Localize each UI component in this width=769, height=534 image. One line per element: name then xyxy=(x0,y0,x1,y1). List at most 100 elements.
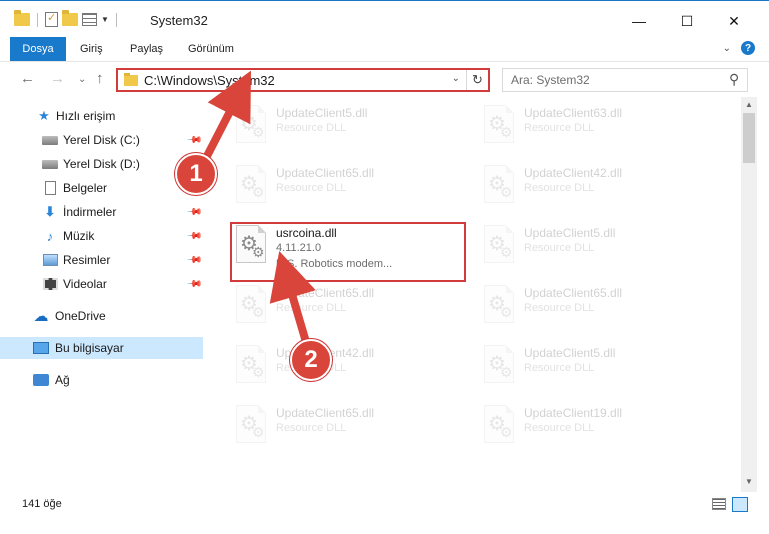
customize-toolbar-chevron-icon[interactable]: ▼ xyxy=(101,15,109,24)
tab-file[interactable]: Dosya xyxy=(10,37,66,61)
dll-file-icon: ⚙ ⚙ xyxy=(236,105,272,145)
file-name: UpdateClient5.dll xyxy=(276,106,368,120)
tab-view[interactable]: Görünüm xyxy=(188,37,234,61)
file-name: UpdateClient42.dll xyxy=(524,166,623,180)
vertical-scrollbar[interactable]: ▲ ▼ xyxy=(741,97,757,492)
file-name: UpdateClient19.dll xyxy=(524,406,623,420)
file-description: Resource DLL xyxy=(524,362,595,374)
sidebar-item-local-disk-d[interactable]: Yerel Disk (D:) xyxy=(0,153,203,175)
navigation-pane: ★ Hızlı erişim Yerel Disk (C:) 📌 Yerel D… xyxy=(0,97,208,492)
properties-icon[interactable] xyxy=(45,11,58,27)
file-item[interactable]: ⚙ ⚙ UpdateClient63.dll Resource DLL xyxy=(476,97,716,151)
sidebar-item-network[interactable]: Ağ xyxy=(0,369,203,391)
computer-icon xyxy=(33,341,49,355)
file-description: Resource DLL xyxy=(524,122,595,134)
file-name: UpdateClient63.dll xyxy=(524,106,623,120)
sidebar-item-quick-access[interactable]: ★ Hızlı erişim xyxy=(0,105,203,127)
maximize-button[interactable]: ☐ xyxy=(664,1,710,41)
address-bar[interactable]: C:\Windows\System32 ⌄ ↻ xyxy=(116,68,490,92)
file-name: UpdateClient5.dll xyxy=(524,226,616,240)
sidebar-item-documents[interactable]: Belgeler 📌 xyxy=(0,177,203,199)
file-item[interactable]: ⚙ ⚙ UpdateClient5.dll Resource DLL xyxy=(476,215,716,271)
file-item[interactable]: ⚙ ⚙ UpdateClient19.dll Resource DLL xyxy=(476,395,716,451)
sidebar-item-onedrive[interactable]: ☁ OneDrive xyxy=(0,305,203,327)
file-description: Resource DLL xyxy=(276,302,347,314)
new-folder-icon[interactable] xyxy=(62,10,78,26)
file-item[interactable]: ⚙ ⚙ UpdateClient65.dll Resource DLL xyxy=(228,275,468,331)
forward-button[interactable]: → xyxy=(50,70,65,87)
file-description: Resource DLL xyxy=(524,422,595,434)
pin-icon[interactable]: 📌 xyxy=(186,276,203,293)
search-placeholder: Ara: System32 xyxy=(511,73,590,87)
scroll-up-arrow-icon[interactable]: ▲ xyxy=(745,100,753,109)
tiles-view-icon[interactable] xyxy=(732,497,748,512)
pin-icon[interactable]: 📌 xyxy=(186,228,203,245)
details-view-icon[interactable] xyxy=(712,498,726,510)
file-item[interactable]: ⚙ ⚙ UpdateClient65.dll Resource DLL xyxy=(228,395,468,451)
music-icon: ♪ xyxy=(46,228,54,244)
sidebar-item-this-pc[interactable]: Bu bilgisayar xyxy=(0,337,203,359)
title-bar: ▼ System32 — ☐ ✕ xyxy=(0,0,769,40)
recent-locations-chevron-icon[interactable]: ⌄ xyxy=(78,74,86,85)
file-name: UpdateClient65.dll xyxy=(276,166,375,180)
file-description: Resource DLL xyxy=(276,122,347,134)
sidebar-item-pictures[interactable]: Resimler 📌 xyxy=(0,249,203,271)
sidebar-item-music[interactable]: ♪ Müzik 📌 xyxy=(0,225,203,247)
sidebar-item-label: Yerel Disk (D:) xyxy=(63,157,140,171)
sidebar-item-videos[interactable]: Videolar 📌 xyxy=(0,273,203,295)
sidebar-item-label: İndirmeler xyxy=(63,205,117,219)
star-icon: ★ xyxy=(38,108,50,123)
file-item[interactable]: ⚙ ⚙ UpdateClient65.dll Resource DLL xyxy=(228,155,468,211)
document-icon xyxy=(42,181,58,195)
minimize-button[interactable]: — xyxy=(616,1,662,41)
file-item[interactable]: ⚙ ⚙ UpdateClient65.dll Resource DLL xyxy=(476,275,716,331)
back-button[interactable]: ← xyxy=(20,70,35,87)
cloud-icon: ☁ xyxy=(33,308,49,325)
tab-share[interactable]: Paylaş xyxy=(130,37,163,61)
file-name: UpdateClient65.dll xyxy=(276,286,375,300)
sidebar-item-label: Yerel Disk (C:) xyxy=(63,133,140,147)
file-item[interactable]: ⚙ ⚙ UpdateClient5.dll Resource DLL xyxy=(228,97,468,151)
dll-file-icon: ⚙ ⚙ xyxy=(484,165,520,205)
dll-file-icon: ⚙ ⚙ xyxy=(484,225,520,265)
scrollbar-thumb[interactable] xyxy=(743,113,755,163)
file-highlight-box xyxy=(230,222,466,282)
ribbon-tabs: Dosya Giriş Paylaş Görünüm ⌄ ? xyxy=(0,37,769,61)
close-button[interactable]: ✕ xyxy=(711,1,757,41)
tab-home[interactable]: Giriş xyxy=(80,37,103,61)
file-item[interactable]: ⚙⚙ UpdateClient42.dll Resource DLL xyxy=(228,335,468,391)
scroll-down-arrow-icon[interactable]: ▼ xyxy=(745,477,753,486)
file-name: UpdateClient65.dll xyxy=(276,406,375,420)
pin-icon[interactable]: 📌 xyxy=(186,132,203,149)
toolbar-separator xyxy=(37,12,38,27)
folder-icon xyxy=(124,73,138,86)
file-name: UpdateClient65.dll xyxy=(524,286,623,300)
help-icon[interactable]: ? xyxy=(741,41,755,55)
view-options-icon[interactable] xyxy=(82,13,97,26)
sidebar-item-label: Resimler xyxy=(63,253,111,267)
videos-icon xyxy=(42,277,58,291)
file-list-pane: ⚙ ⚙ UpdateClient5.dll Resource DLL ⚙ ⚙ Upd… xyxy=(208,97,741,492)
pictures-icon xyxy=(42,253,58,267)
sidebar-item-downloads[interactable]: ⬇ İndirmeler 📌 xyxy=(0,201,203,223)
item-count: 141 öğe xyxy=(22,498,62,510)
dll-file-icon: ⚙ ⚙ xyxy=(236,285,272,325)
file-item[interactable]: ⚙⚙ UpdateClient42.dll Resource DLL xyxy=(476,155,716,211)
refresh-button[interactable]: ↻ xyxy=(466,70,488,90)
pin-icon[interactable]: 📌 xyxy=(186,252,203,269)
sidebar-item-local-disk-c[interactable]: Yerel Disk (C:) 📌 xyxy=(0,129,203,151)
sidebar-item-label: Bu bilgisayar xyxy=(55,341,124,355)
file-item[interactable]: ⚙ ⚙ UpdateClient5.dll Resource DLL xyxy=(476,335,716,391)
search-icon[interactable]: ⚲ xyxy=(729,71,739,88)
address-dropdown-chevron-icon[interactable]: ⌄ xyxy=(452,73,460,84)
navigation-bar: ← → ⌄ ↑ C:\Windows\System32 ⌄ ↻ Ara: Sys… xyxy=(0,61,769,97)
address-path[interactable]: C:\Windows\System32 xyxy=(144,73,275,88)
up-button[interactable]: ↑ xyxy=(96,70,104,87)
dll-file-icon: ⚙ ⚙ xyxy=(484,285,520,325)
expand-ribbon-chevron-icon[interactable]: ⌄ xyxy=(723,43,731,54)
pin-icon[interactable]: 📌 xyxy=(186,204,203,221)
search-input[interactable]: Ara: System32 ⚲ xyxy=(502,68,748,92)
dll-file-icon: ⚙ ⚙ xyxy=(484,105,520,145)
sidebar-item-label: Videolar xyxy=(63,277,107,291)
window-title: System32 xyxy=(150,13,208,28)
